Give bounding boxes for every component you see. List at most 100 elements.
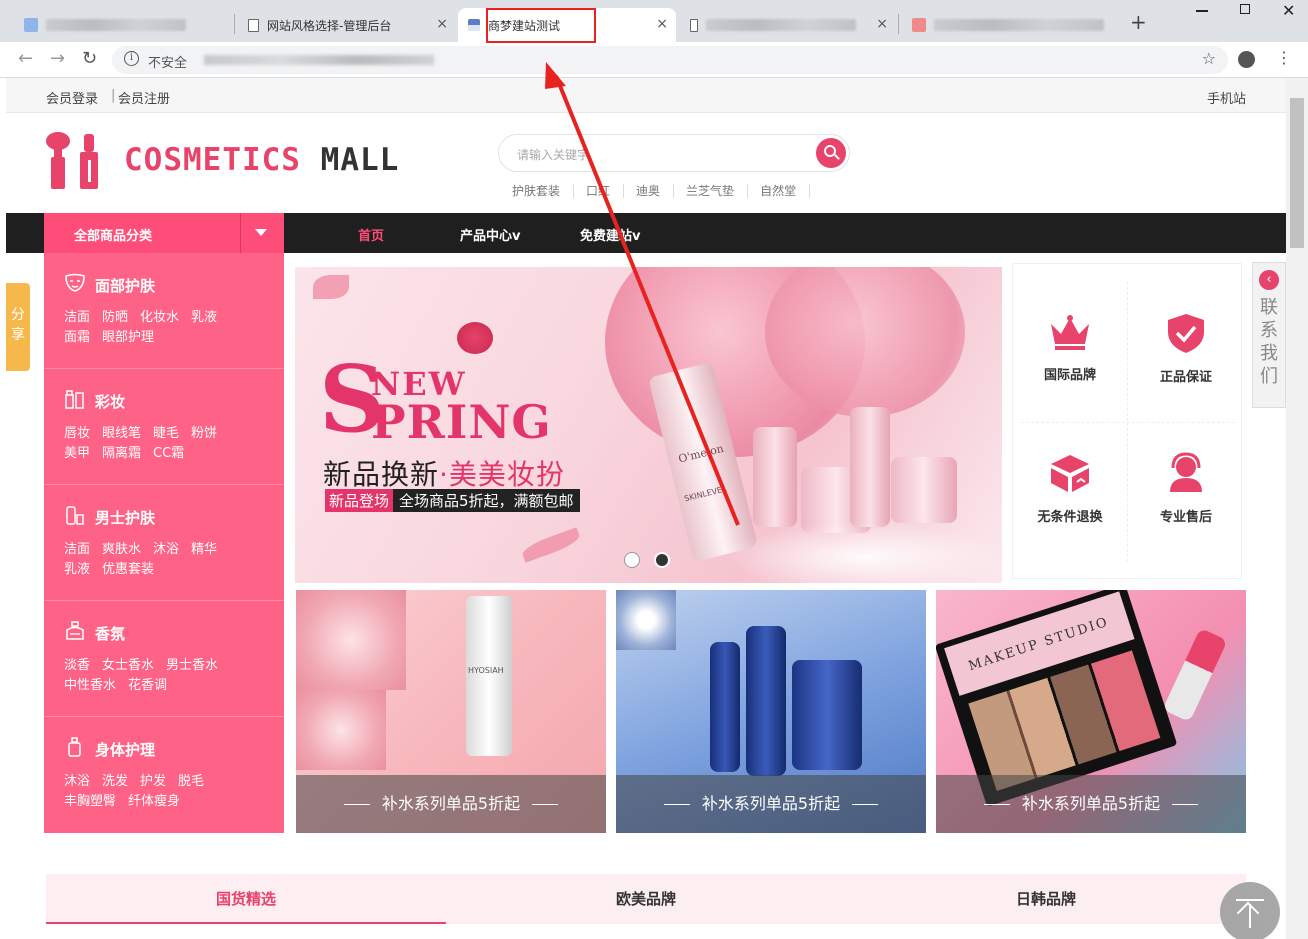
category-link[interactable]: CC霜 [153,444,184,464]
promo-card-2[interactable]: 补水系列单品5折起 [616,590,926,833]
new-tab-button[interactable]: + [1130,10,1147,34]
petal-decoration [313,275,349,299]
close-tab-icon[interactable]: × [436,16,448,32]
member-register-link[interactable]: 会员注册 [118,88,170,107]
category-title[interactable]: 男士护肤 [95,507,155,528]
forward-icon[interactable]: → [50,48,65,69]
tab-divider [898,14,899,34]
category-title[interactable]: 面部护肤 [95,275,155,296]
address-bar[interactable]: i 不安全 ☆ [112,46,1228,74]
promo-card-1[interactable]: HYOSIAH 补水系列单品5折起 [296,590,606,833]
category-link[interactable]: 沐浴 [153,540,179,560]
bookmark-star-icon[interactable]: ☆ [1202,49,1216,68]
category-link[interactable]: 爽肤水 [102,540,141,560]
hotkey-link[interactable]: 自然堂 [748,184,811,198]
product-jar [753,427,797,527]
browser-tab-4[interactable]: × [680,8,896,42]
nav-item-products[interactable]: 产品中心v [460,225,520,244]
nav-item-free-site[interactable]: 免费建站v [580,225,640,244]
scrollbar-thumb[interactable] [1290,98,1304,248]
close-tab-icon[interactable]: × [876,16,888,32]
category-link[interactable]: 中性香水 [64,676,116,696]
maximize-icon[interactable] [1240,4,1250,14]
tab-western-brands[interactable]: 欧美品牌 [446,874,846,924]
category-link[interactable]: 美甲 [64,444,90,464]
member-login-link[interactable]: 会员登录 [46,88,98,107]
logo-text[interactable]: COSMETICS MALL [124,142,399,178]
hotkey-link[interactable]: 迪奥 [624,184,675,198]
category-title[interactable]: 彩妆 [95,391,125,412]
profile-icon[interactable] [1238,51,1255,68]
arrow-up-icon-head [1236,901,1260,925]
info-icon[interactable]: i [124,51,139,66]
mobile-site-link[interactable]: 手机站 [1207,88,1246,107]
category-link[interactable]: 女士香水 [102,656,154,676]
tab-domestic-brands[interactable]: 国货精选 [46,874,446,924]
category-link[interactable]: 精华 [191,540,217,560]
category-link[interactable]: 面霜 [64,328,90,348]
reload-icon[interactable]: ↻ [82,48,97,69]
service-features: 国际品牌 正品保证 无条件退换 专业售后 [1012,263,1242,579]
category-link[interactable]: 化妆水 [140,308,179,328]
tab-title-blurred [706,19,856,31]
category-link[interactable]: 乳液 [191,308,217,328]
window-close-icon[interactable]: ✕ [1282,1,1295,20]
back-icon[interactable]: ← [18,48,33,69]
category-link[interactable]: 沐浴 [64,772,90,792]
logo-text-cosmetics: COSMETICS [124,142,301,178]
category-link[interactable]: 粉饼 [191,424,217,444]
category-link[interactable]: 男士香水 [166,656,218,676]
category-link[interactable]: 脱毛 [178,772,204,792]
menu-kebab-icon[interactable]: ⋮ [1276,48,1292,67]
category-link[interactable]: 丰胸塑臀 [64,792,116,812]
slide-dot-2-active[interactable] [654,552,670,568]
category-title[interactable]: 身体护理 [95,739,155,760]
hero-banner[interactable]: S NEW PRING 新品换新·美美妆扮 新品登场 全场商品5折起，满额包邮 … [295,267,1002,583]
category-perfume[interactable]: 香氛 淡香 女士香水 男士香水中性香水 花香调 [44,601,284,717]
all-categories-button[interactable]: 全部商品分类 [44,213,284,253]
slide-dot-1[interactable] [624,552,640,568]
tab-japan-korea-brands[interactable]: 日韩品牌 [846,874,1246,924]
search-input[interactable]: 请输入关键字 [517,146,589,163]
category-link[interactable]: 洁面 [64,308,90,328]
logo-icon[interactable] [44,130,106,192]
category-face-care[interactable]: 面部护肤 洁面 防晒 化妆水 乳液面霜 眼部护理 [44,253,284,369]
category-link[interactable]: 纤体瘦身 [128,792,180,812]
category-link[interactable]: 洗发 [102,772,128,792]
category-link[interactable]: 眼部护理 [102,328,154,348]
nav-item-home[interactable]: 首页 [358,225,384,244]
category-link[interactable]: 淡香 [64,656,90,676]
hotkey-link[interactable]: 兰芝气垫 [674,184,749,198]
search-button[interactable] [816,138,846,168]
category-link[interactable]: 防晒 [102,308,128,328]
browser-tab-1[interactable] [14,8,234,42]
caption-line [1172,804,1199,805]
minimize-icon[interactable] [1196,10,1208,12]
back-to-top-button[interactable] [1220,882,1280,939]
hotkey-link[interactable]: 口红 [574,184,625,198]
category-link[interactable]: 护发 [140,772,166,792]
close-tab-icon[interactable]: × [656,16,668,32]
category-men-care[interactable]: 男士护肤 洁面 爽肤水 沐浴 精华乳液 优惠套装 [44,485,284,601]
category-makeup[interactable]: 彩妆 唇妆 眼线笔 睫毛 粉饼美甲 隔离霜 CC霜 [44,369,284,485]
share-tab[interactable]: 分享 [6,283,30,371]
category-link[interactable]: 睫毛 [153,424,179,444]
category-link[interactable]: 洁面 [64,540,90,560]
category-link[interactable]: 唇妆 [64,424,90,444]
category-link[interactable]: 优惠套装 [102,560,154,580]
contact-us-tab[interactable]: ‹ 联系我们 [1252,262,1286,408]
category-title[interactable]: 香氛 [95,623,125,644]
category-link[interactable]: 眼线笔 [102,424,141,444]
category-body-care[interactable]: 身体护理 沐浴 洗发 护发 脱毛丰胸塑臀 纤体瘦身 [44,717,284,833]
category-link[interactable]: 乳液 [64,560,90,580]
feature-label: 正品保证 [1159,370,1212,385]
category-link[interactable]: 隔离霜 [102,444,141,464]
browser-tab-2[interactable]: 网站风格选择-管理后台 × [238,8,456,42]
promo-card-3[interactable]: MAKEUP STUDIO 补水系列单品5折起 [936,590,1246,833]
category-link[interactable]: 花香调 [128,676,167,696]
browser-tab-5[interactable] [902,8,1122,42]
product-jar [891,457,957,523]
hotkey-link[interactable]: 护肤套装 [500,184,575,198]
banner-pring: PRING [371,395,552,449]
page-scrollbar[interactable] [1286,78,1308,939]
